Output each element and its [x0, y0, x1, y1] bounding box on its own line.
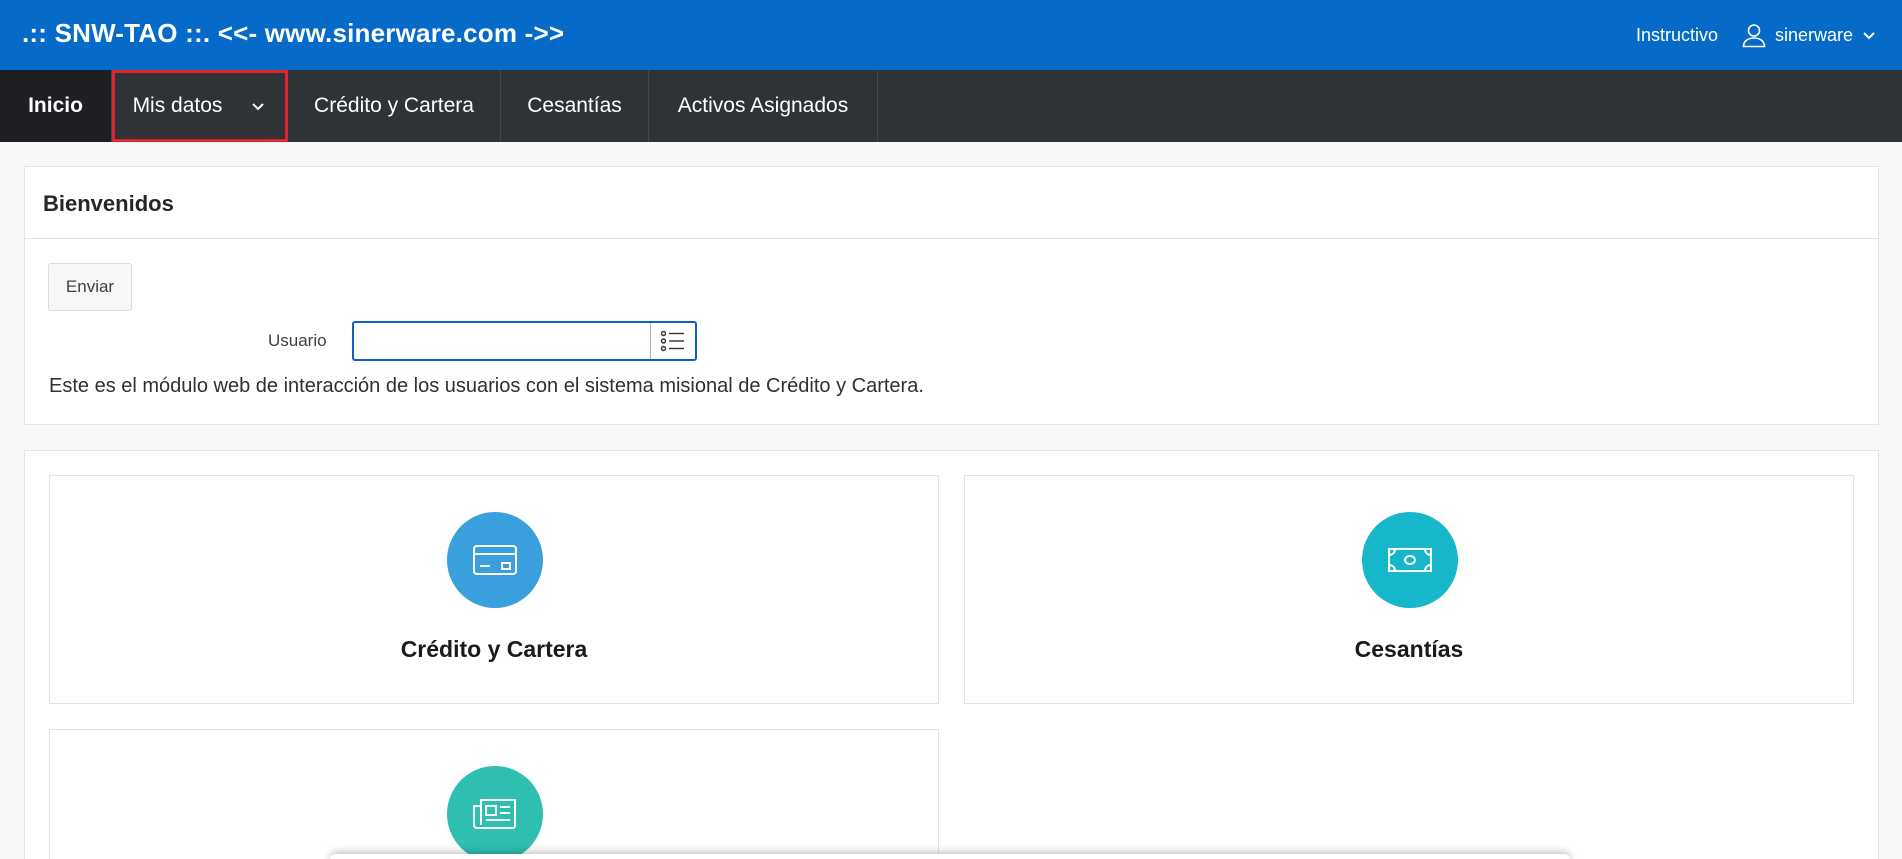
usuario-input[interactable] [354, 323, 650, 359]
welcome-card-header: Bienvenidos [25, 167, 1878, 239]
user-menu-button[interactable]: sinerware [1741, 20, 1877, 50]
main-nav: Inicio Mis datos Crédito y Cartera Cesan… [0, 70, 1902, 142]
money-icon [1362, 512, 1458, 608]
tile-label: Cesantías [1354, 636, 1464, 662]
list-of-values-button[interactable] [650, 323, 695, 359]
tile-credito-cartera[interactable]: Crédito y Cartera [49, 475, 939, 704]
enviar-button[interactable]: Enviar [48, 263, 132, 311]
nav-item-credito-cartera[interactable]: Crédito y Cartera [288, 70, 501, 142]
usuario-field [352, 321, 697, 361]
nav-item-label: Mis datos [132, 94, 223, 117]
newspaper-icon [447, 766, 543, 859]
usuario-label: Usuario [268, 331, 327, 350]
nav-item-label: Crédito y Cartera [314, 94, 474, 117]
top-header: .:: SNW-TAO ::. <<- www.sinerware.com ->… [0, 0, 1902, 70]
bottom-overlay [330, 854, 1570, 859]
nav-item-activos-asignados[interactable]: Activos Asignados [649, 70, 878, 142]
nav-item-mis-datos[interactable]: Mis datos [112, 70, 288, 142]
nav-item-label: Activos Asignados [677, 94, 849, 117]
tile-cesantias[interactable]: Cesantías [964, 475, 1854, 704]
username-label: sinerware [1775, 24, 1854, 45]
instructivo-link[interactable]: Instructivo [1636, 25, 1718, 46]
credit-card-icon [447, 512, 543, 608]
user-icon [1742, 24, 1766, 48]
welcome-title: Bienvenidos [43, 191, 174, 216]
tile-label: Crédito y Cartera [400, 636, 588, 662]
nav-item-inicio[interactable]: Inicio [0, 70, 112, 142]
nav-item-label: Cesantías [527, 94, 622, 117]
chevron-down-icon [252, 103, 265, 111]
app-title[interactable]: .:: SNW-TAO ::. <<- www.sinerware.com ->… [22, 18, 564, 49]
chevron-down-icon [1863, 32, 1875, 40]
tile-news[interactable] [49, 729, 939, 859]
list-icon [660, 330, 684, 352]
nav-item-label: Inicio [28, 94, 83, 117]
nav-item-cesantias[interactable]: Cesantías [501, 70, 649, 142]
welcome-description: Este es el módulo web de interacción de … [49, 375, 924, 397]
